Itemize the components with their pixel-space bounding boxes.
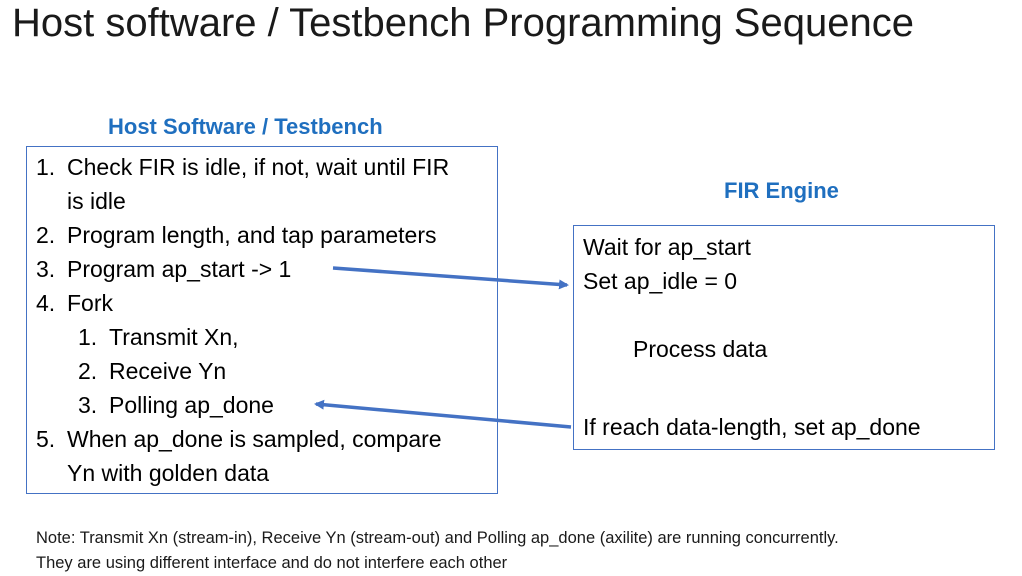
step-number: 4. — [36, 290, 56, 316]
step-number: 2. — [36, 222, 56, 248]
step-number: 3. — [36, 256, 56, 282]
step-number: 5. — [36, 426, 56, 452]
step-text: Polling ap_done — [109, 392, 274, 418]
step-text: Fork — [67, 290, 113, 316]
step-text: Program length, and tap parameters — [67, 222, 437, 248]
step-text: Yn with golden data — [67, 460, 270, 486]
note-line-1: Note: Transmit Xn (stream-in), Receive Y… — [36, 529, 839, 547]
host-panel-title: Host Software / Testbench — [108, 114, 383, 139]
page-title: Host software / Testbench Programming Se… — [12, 1, 914, 45]
step-text: is idle — [67, 188, 126, 214]
note-line-2: They are using different interface and d… — [36, 554, 508, 572]
fir-line-done: If reach data-length, set ap_done — [583, 414, 921, 440]
step-number: 3. — [78, 392, 98, 418]
step-text: Program ap_start -> 1 — [67, 256, 292, 282]
fir-panel-title: FIR Engine — [724, 178, 839, 203]
step-number: 1. — [36, 154, 56, 180]
fir-engine-box: Wait for ap_start Set ap_idle = 0 Proces… — [573, 225, 995, 450]
step-text: Check FIR is idle, if not, wait until FI… — [67, 154, 450, 180]
step-text: Transmit Xn, — [109, 324, 239, 350]
step-text: When ap_done is sampled, compare — [67, 426, 442, 452]
step-number: 2. — [78, 358, 98, 384]
fir-line-set-idle: Set ap_idle = 0 — [583, 268, 738, 294]
note: Note: Transmit Xn (stream-in), Receive Y… — [36, 526, 839, 576]
fir-line-wait: Wait for ap_start — [583, 234, 751, 260]
step-text: Receive Yn — [109, 358, 227, 384]
step-number: 1. — [78, 324, 98, 350]
host-sequence-box: 1. Check FIR is idle, if not, wait until… — [26, 146, 498, 494]
fir-line-process: Process data — [633, 336, 768, 362]
